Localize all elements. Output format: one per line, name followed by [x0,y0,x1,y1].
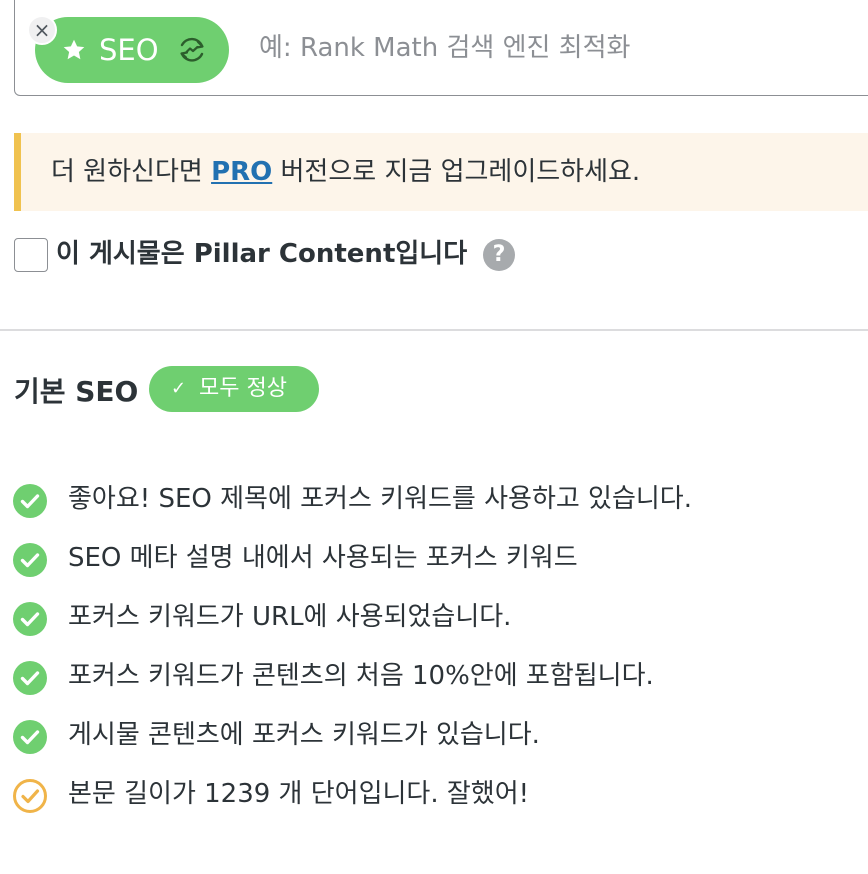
trends-icon[interactable] [177,36,207,64]
pillar-content-label[interactable]: 이 게시물은 Pillar Content입니다 [56,236,467,272]
check-text: 좋아요! SEO 제목에 포커스 키워드를 사용하고 있습니다. [68,484,692,514]
check-circle-icon [13,661,47,695]
pro-upgrade-notice: 더 원하신다면 PRO 버전으로 지금 업그레이드하세요. [14,133,868,211]
badge-check-icon: ✓ [171,378,187,399]
focus-keyword-field[interactable]: × SEO [14,0,868,96]
help-icon[interactable]: ? [483,239,515,271]
check-text: 본문 길이가 1239 개 단어입니다. 잘했어! [68,779,530,809]
check-circle-icon [13,543,47,577]
section-title[interactable]: 기본 SEO [14,372,138,412]
keyword-input[interactable] [259,26,849,70]
check-text: 포커스 키워드가 URL에 사용되었습니다. [68,602,512,632]
notice-prefix: 더 원하신다면 [51,157,212,187]
pillar-content-checkbox[interactable] [14,238,48,272]
section-divider [0,329,868,331]
check-text: 게시물 콘텐츠에 포커스 키워드가 있습니다. [68,720,540,750]
badge-label: 모두 정상 [199,376,287,401]
check-text: 포커스 키워드가 콘텐츠의 처음 10%안에 포함됩니다. [68,661,654,691]
notice-suffix: 버전으로 지금 업그레이드하세요. [272,157,641,187]
keyword-tag[interactable]: SEO [35,17,229,83]
check-circle-icon [13,720,47,754]
check-circle-outline-icon [13,779,47,813]
check-circle-icon [13,484,47,518]
keyword-tag-label: SEO [99,33,159,67]
check-circle-icon [13,602,47,636]
check-text: SEO 메타 설명 내에서 사용되는 포커스 키워드 [68,543,578,573]
star-icon[interactable] [61,37,87,63]
remove-keyword-button[interactable]: × [27,15,57,45]
all-good-badge: ✓ 모두 정상 [149,366,319,412]
pro-link[interactable]: PRO [211,157,272,187]
